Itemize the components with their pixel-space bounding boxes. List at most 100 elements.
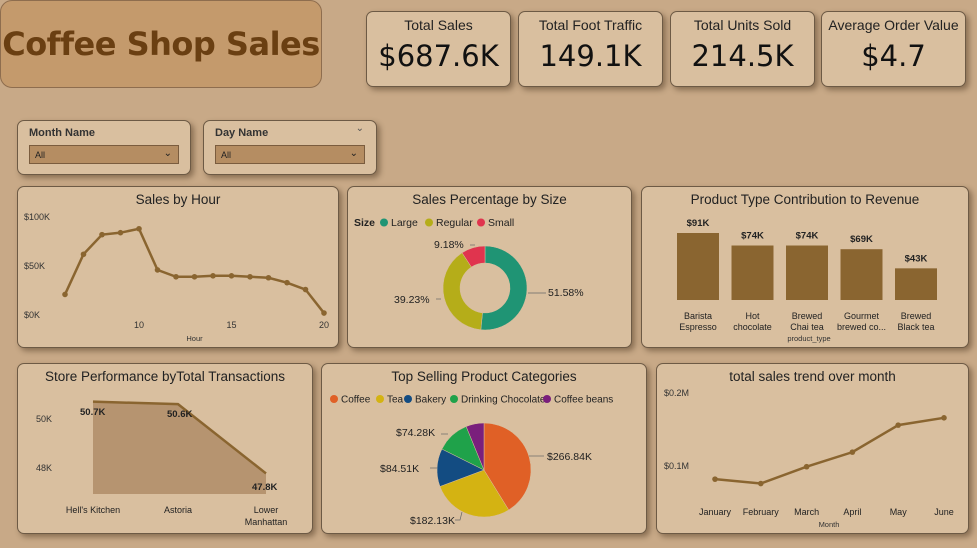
series-line (714, 416, 945, 485)
data-point (895, 422, 901, 428)
x-tick-label: Astoria (164, 505, 192, 515)
data-point (247, 273, 253, 280)
y-tick-label: $100K (24, 212, 50, 222)
data-label: 39.23% (394, 294, 430, 306)
bar (677, 233, 719, 300)
legend-label: Coffee (341, 395, 371, 406)
chevron-down-icon[interactable]: ⌄ (356, 123, 364, 134)
chevron-down-icon: ⌄ (163, 148, 172, 159)
data-point (80, 251, 87, 258)
month-dropdown-value: All (35, 150, 46, 160)
data-label: $69K (850, 234, 873, 245)
bar (731, 245, 774, 300)
x-tick-label: Lower (254, 505, 279, 515)
x-tick-label: Manhattan (245, 517, 288, 527)
data-point (99, 231, 105, 238)
data-point (210, 273, 216, 279)
x-tick-label: Gourmet (844, 311, 880, 321)
data-point (321, 310, 327, 316)
x-tick-label: 15 (226, 320, 236, 330)
store-performance-chart: 50K 48K 50.7K 50.6K 47.8K Hell's Kitchen Astor… (36, 400, 288, 527)
month-dropdown[interactable]: All ⌄ (29, 145, 179, 164)
legend-marker (425, 218, 433, 227)
data-label: $91K (687, 218, 710, 229)
x-tick-label: Hot (745, 311, 760, 321)
x-tick-label: 20 (319, 320, 329, 330)
legend-label: Large (391, 217, 418, 229)
x-tick-label: Brewed (901, 311, 932, 321)
data-point (803, 463, 810, 470)
x-tick-label: Espresso (679, 322, 717, 332)
day-slicer-label: Day Name (215, 127, 269, 139)
legend-marker (330, 395, 338, 403)
data-point (228, 273, 235, 279)
data-label: $74K (741, 231, 764, 242)
kpi-average-order-value: Average Order Value $4.7 (821, 11, 966, 87)
data-point (173, 273, 179, 280)
y-tick-label: 50K (36, 414, 52, 424)
bar (895, 268, 937, 300)
data-point (941, 415, 947, 421)
top-categories-panel: Top Selling Product Categories Coffee Tea… (321, 363, 647, 534)
legend-marker (376, 395, 384, 403)
x-tick-label: June (934, 507, 954, 517)
x-tick-label: February (743, 507, 780, 517)
x-tick-label: January (699, 507, 732, 517)
data-point (302, 286, 309, 293)
data-label: 50.7K (80, 407, 105, 418)
x-tick-label: Brewed (792, 311, 823, 321)
kpi-total-units-sold: Total Units Sold 214.5K (670, 11, 815, 87)
data-point (62, 291, 68, 298)
x-tick-label: 10 (134, 320, 144, 330)
legend-label: Small (488, 217, 514, 229)
legend-label: Drinking Chocolate (461, 395, 546, 406)
data-label: 9.18% (434, 239, 464, 251)
y-tick-label: $50K (24, 261, 45, 271)
legend-marker (450, 395, 458, 403)
y-tick-label: $0.1M (664, 461, 689, 471)
kpi-total-foot-traffic: Total Foot Traffic 149.1K (518, 11, 663, 87)
data-point (849, 449, 856, 455)
x-tick-label: Chai tea (790, 322, 824, 332)
x-tick-label: May (890, 507, 908, 517)
kpi-label: Total Foot Traffic (538, 17, 643, 33)
product-type-revenue-chart: $91K BaristaEspresso $74K Hotchocolate $74K B… (677, 218, 937, 343)
kpi-value: 149.1K (539, 39, 642, 73)
leader-line (455, 511, 463, 521)
legend-label: Regular (436, 217, 473, 229)
monthly-trend-chart: $0.2M $0.1M January February March April May Ju… (664, 388, 954, 529)
bar (840, 249, 883, 300)
data-label: $43K (905, 253, 928, 264)
x-axis-label: Month (819, 520, 840, 529)
legend-marker (477, 218, 485, 227)
bar (786, 245, 828, 300)
data-label: 47.8K (252, 482, 277, 493)
sales-by-hour-chart: $0K $50K $100K 10 15 20 Hour (24, 212, 329, 343)
data-label: $266.84K (547, 451, 592, 463)
sales-by-size-panel: Sales Percentage by Size Size Large Regula… (347, 186, 632, 348)
chevron-down-icon: ⌄ (349, 148, 358, 159)
kpi-value: 214.5K (691, 39, 794, 73)
y-tick-label: 48K (36, 463, 52, 473)
legend-label: Coffee beans (554, 395, 613, 406)
day-slicer: Day Name ⌄ All ⌄ (203, 120, 377, 175)
day-dropdown[interactable]: All ⌄ (215, 145, 365, 164)
data-point (758, 480, 764, 487)
top-categories-chart: Coffee Tea Bakery Drinking Chocolate Coffee … (330, 395, 613, 527)
dashboard-title: Coffee Shop Sales (2, 25, 320, 63)
day-dropdown-value: All (221, 150, 232, 160)
legend-marker (404, 395, 412, 403)
monthly-trend-panel: total sales trend over month $0.2M $0.1M J… (656, 363, 969, 534)
data-label: $182.13K (410, 515, 455, 527)
kpi-total-sales: Total Sales $687.6K (366, 11, 511, 87)
x-tick-label: Hell's Kitchen (66, 505, 120, 515)
donut-slice (480, 245, 528, 331)
data-point (284, 279, 290, 286)
data-point (712, 476, 718, 482)
y-tick-label: $0.2M (664, 388, 689, 398)
x-axis-label: Hour (186, 334, 203, 343)
month-slicer: Month Name All ⌄ (17, 120, 191, 175)
kpi-label: Total Sales (404, 17, 473, 33)
sales-by-size-chart: Size Large Regular Small 51.58% 39.23% 9.18% (354, 217, 584, 331)
x-tick-label: chocolate (733, 322, 772, 332)
